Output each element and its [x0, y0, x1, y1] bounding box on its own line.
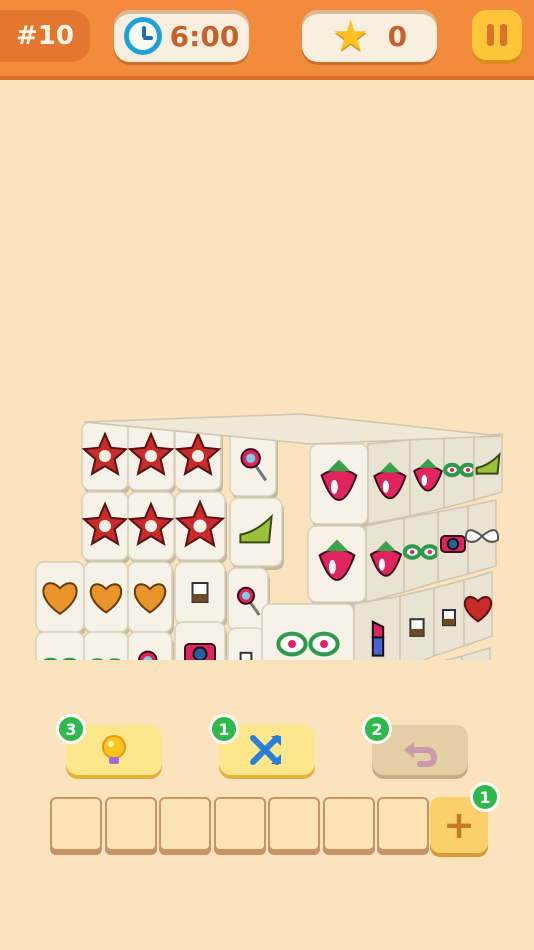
star-counter: ★ 0: [302, 10, 437, 62]
tile-glasses[interactable]: [83, 631, 130, 660]
tile-lollipop[interactable]: [127, 631, 174, 660]
tile-side-strawberry: [367, 439, 411, 525]
tile-side-glasses: [443, 435, 477, 509]
tile-side-camera: [444, 655, 463, 660]
tray-slot: [377, 797, 429, 851]
tile-star[interactable]: [127, 491, 176, 564]
tile-side-wings: [465, 499, 499, 575]
tray-slot: [213, 797, 266, 851]
level-label: #10: [16, 21, 74, 51]
pause-button[interactable]: [472, 10, 522, 60]
add-slot-count-badge: 1: [470, 782, 500, 812]
plus-icon: +: [443, 803, 475, 847]
shuffle-count-badge: 1: [209, 714, 239, 744]
tray-slot: [159, 797, 211, 851]
hint-count-badge: 3: [56, 714, 86, 744]
tile-star[interactable]: [174, 491, 227, 564]
tile-heart[interactable]: [83, 561, 130, 636]
undo-count-badge: 2: [362, 714, 392, 744]
tile-strawberry[interactable]: [309, 443, 370, 528]
star-icon: ★: [331, 11, 370, 60]
tile-side-tea: [399, 587, 435, 660]
tile-star[interactable]: [81, 421, 130, 494]
tile-heart[interactable]: [35, 561, 86, 636]
pause-icon: [487, 24, 494, 46]
tile-side-tea: [433, 579, 465, 658]
tray-slot: [268, 797, 320, 851]
tiles-layer: [35, 413, 503, 660]
tile-side-redheart: [463, 571, 493, 648]
tile-star[interactable]: [81, 491, 130, 564]
shuffle-icon: [250, 735, 281, 765]
tile-side-camera: [437, 505, 469, 583]
undo-icon: [404, 742, 438, 767]
lightbulb-icon: [102, 735, 126, 764]
tray-slot: [50, 797, 102, 851]
tile-tea[interactable]: [227, 627, 266, 660]
tile-glasses[interactable]: [261, 603, 356, 660]
tile-glasses[interactable]: [35, 631, 86, 660]
timer-value: 6:00: [169, 19, 240, 53]
tile-cube: [35, 413, 503, 660]
tile-tea[interactable]: [174, 561, 227, 628]
tile-camera[interactable]: [174, 621, 227, 660]
tile-side-glasses: [402, 511, 440, 594]
tile-side-strawberry: [409, 437, 445, 517]
tile-side-lipstick: [353, 595, 401, 660]
tile-heart[interactable]: [127, 561, 174, 636]
tile-side-wings: [461, 647, 491, 660]
tile-shoe[interactable]: [229, 497, 284, 570]
star-count: 0: [387, 19, 408, 53]
tray-slot: [104, 797, 157, 851]
tile-side-shoe: [473, 433, 503, 501]
clock-icon: [123, 17, 162, 55]
level-indicator: #10: [0, 10, 90, 62]
tray-slot: [322, 797, 375, 851]
top-bar: #10 6:00 ★ 0: [0, 0, 534, 76]
tile-star[interactable]: [127, 421, 176, 494]
timer-pill: 6:00: [114, 10, 249, 62]
tile-strawberry[interactable]: [307, 525, 368, 606]
tile-side-strawberry: [365, 517, 405, 603]
